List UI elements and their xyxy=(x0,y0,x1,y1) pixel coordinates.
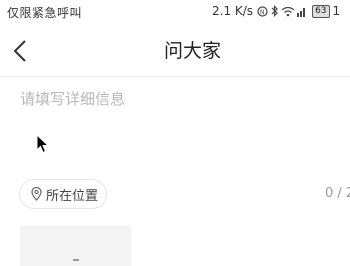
signal-icon xyxy=(297,7,306,17)
clock: 1 xyxy=(332,4,341,18)
page-title: 问大家 xyxy=(163,40,221,62)
status-bar: 仅限紧急呼叫 2.1 K/s N 63 1 xyxy=(0,0,350,24)
location-label: 所在位置 xyxy=(46,188,99,204)
status-icons: 2.1 K/s N 63 1 xyxy=(212,4,340,18)
plus-icon xyxy=(73,259,79,261)
character-counter: 0 / 2 xyxy=(325,186,350,201)
battery-icon: 63 xyxy=(312,4,330,18)
wifi-icon xyxy=(281,6,295,16)
bluetooth-icon xyxy=(271,5,278,17)
location-pin-icon xyxy=(31,187,42,201)
mouse-cursor-icon xyxy=(36,134,49,154)
svg-text:N: N xyxy=(260,9,265,16)
nfc-icon: N xyxy=(257,5,268,17)
add-image-button[interactable] xyxy=(20,226,131,266)
location-button[interactable]: 所在位置 xyxy=(19,179,107,209)
carrier-status: 仅限紧急呼叫 xyxy=(7,6,83,20)
network-speed: 2.1 K/s xyxy=(212,4,254,18)
header: 问大家 xyxy=(0,24,350,77)
